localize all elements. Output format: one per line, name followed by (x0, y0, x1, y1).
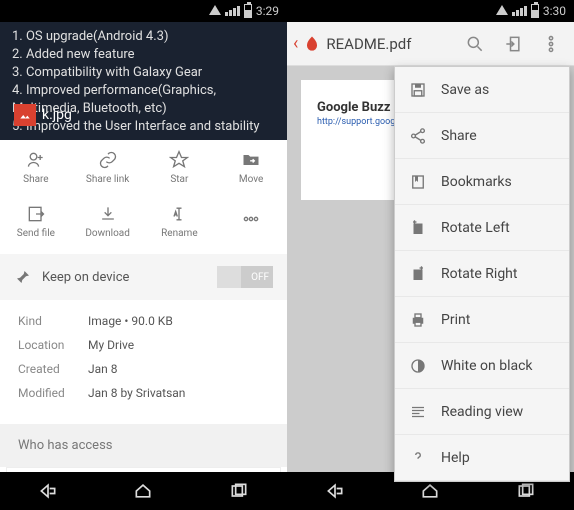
share-link-button[interactable]: Share link (72, 140, 144, 194)
battery-icon (531, 4, 539, 18)
phone-right: 3:30 ‹ README.pdf Google Buzz http://sup… (287, 0, 574, 510)
phone-left: 3:29 1. OS upgrade(Android 4.3) 2. Added… (0, 0, 287, 510)
signal-icon (225, 6, 240, 16)
file-preview: 1. OS upgrade(Android 4.3) 2. Added new … (0, 22, 287, 140)
statusbar: 3:29 (0, 0, 287, 22)
pin-icon (14, 268, 32, 286)
signal-icon (512, 6, 527, 16)
keep-toggle[interactable]: OFF (217, 266, 273, 288)
file-badge: k.jpg (14, 104, 72, 126)
menu-share[interactable]: Share (395, 113, 569, 159)
overflow-menu: Save as Share Bookmarks Rotate Left Rota… (394, 66, 570, 482)
recent-nav-icon[interactable] (514, 481, 538, 501)
more-button[interactable] (215, 194, 287, 248)
back-icon[interactable]: ‹ (293, 33, 298, 54)
menu-help[interactable]: Help (395, 435, 569, 481)
menu-print[interactable]: Print (395, 297, 569, 343)
status-time: 3:30 (543, 4, 566, 18)
back-nav-icon[interactable] (36, 481, 60, 501)
image-file-icon (14, 104, 36, 126)
menu-white-on-black[interactable]: White on black (395, 343, 569, 389)
star-button[interactable]: Star (144, 140, 216, 194)
pdf-viewer: ‹ README.pdf Google Buzz http://support.… (287, 22, 574, 472)
preview-line: 3. Compatibility with Galaxy Gear (12, 64, 275, 82)
preview-line: 1. OS upgrade(Android 4.3) (12, 28, 275, 46)
action-bar: Share Share link Star Move Send file Dow… (0, 140, 287, 248)
menu-save-as[interactable]: Save as (395, 67, 569, 113)
filename: k.jpg (42, 106, 72, 124)
share-button[interactable]: Share (0, 140, 72, 194)
statusbar: 3:30 (287, 0, 574, 22)
status-time: 3:29 (256, 4, 279, 18)
keep-on-device-row: Keep on device OFF (0, 254, 287, 300)
battery-icon (244, 4, 252, 18)
menu-bookmarks[interactable]: Bookmarks (395, 159, 569, 205)
pdf-icon (302, 34, 322, 54)
access-header: Who has access (0, 424, 287, 467)
menu-reading-view[interactable]: Reading view (395, 389, 569, 435)
move-button[interactable]: Move (215, 140, 287, 194)
nav-bar (0, 472, 287, 510)
wifi-icon (209, 4, 221, 18)
recent-nav-icon[interactable] (227, 481, 251, 501)
download-button[interactable]: Download (72, 194, 144, 248)
wifi-icon (496, 4, 508, 18)
app-bar-title: README.pdf (326, 35, 454, 53)
file-details: KindImage • 90.0 KB LocationMy Drive Cre… (0, 300, 287, 424)
home-nav-icon[interactable] (131, 481, 155, 501)
preview-line: 2. Added new feature (12, 46, 275, 64)
send-file-button[interactable]: Send file (0, 194, 72, 248)
open-button[interactable] (496, 27, 530, 61)
search-button[interactable] (458, 27, 492, 61)
overflow-button[interactable] (534, 27, 568, 61)
keep-label: Keep on device (42, 270, 129, 285)
home-nav-icon[interactable] (418, 481, 442, 501)
back-nav-icon[interactable] (323, 481, 347, 501)
menu-rotate-left[interactable]: Rotate Left (395, 205, 569, 251)
rename-button[interactable]: Rename (144, 194, 216, 248)
menu-rotate-right[interactable]: Rotate Right (395, 251, 569, 297)
app-bar: ‹ README.pdf (287, 22, 574, 66)
drive-file-sheet: 1. OS upgrade(Android 4.3) 2. Added new … (0, 22, 287, 472)
